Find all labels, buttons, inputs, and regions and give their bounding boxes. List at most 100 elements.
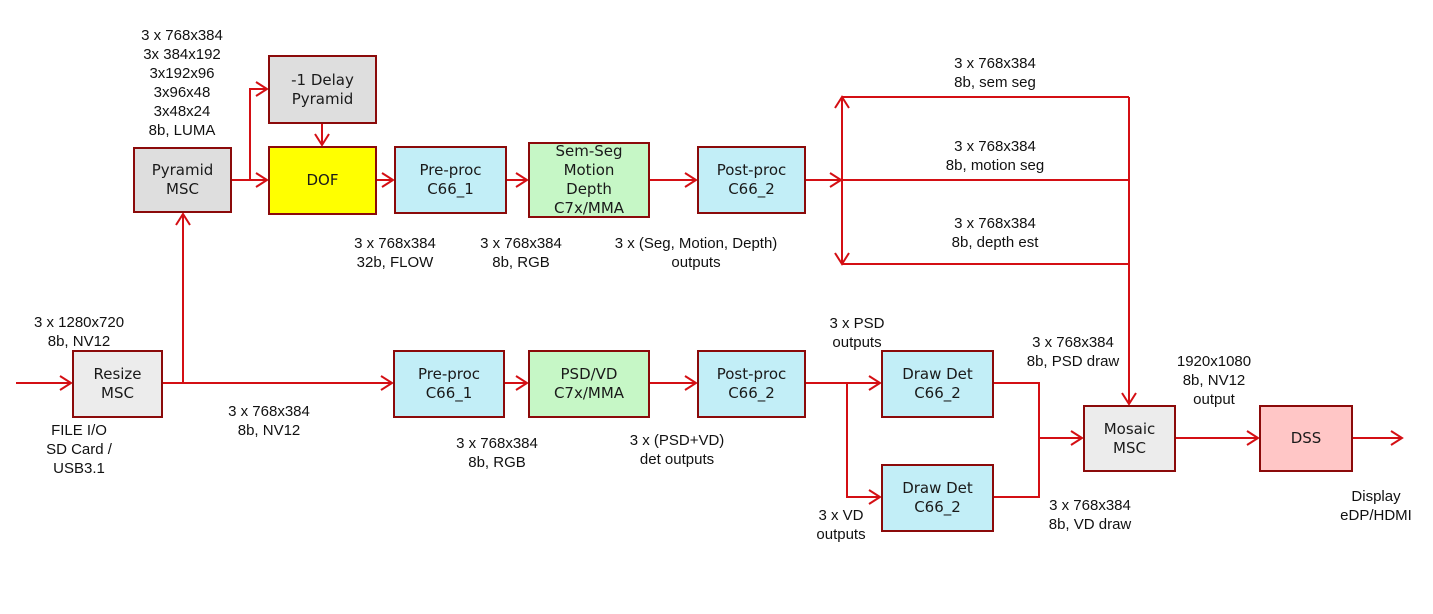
postproc-to-drawdet-vd-wire bbox=[846, 383, 880, 498]
text-line: output bbox=[1193, 391, 1235, 408]
text-line: SD Card / bbox=[46, 441, 112, 458]
text-line: C7x/MMA bbox=[553, 384, 625, 402]
text-line: Post-proc bbox=[716, 365, 787, 383]
pyramid-msc-block: Pyramid MSC bbox=[133, 147, 232, 213]
text-line: 8b, sem seg bbox=[954, 74, 1036, 91]
preproc-top-block: Pre-proc C66_1 bbox=[394, 146, 507, 214]
text-line: C66_2 bbox=[728, 180, 775, 198]
text-line: C7x/MMA bbox=[553, 199, 625, 217]
text-line: Post-proc bbox=[716, 161, 787, 179]
preproc-bottom-block: Pre-proc C66_1 bbox=[393, 350, 505, 418]
text-line: 3 x 1280x720 bbox=[33, 314, 125, 331]
file-io-label: FILE I/O SD Card / USB3.1 bbox=[46, 421, 112, 478]
resize-msc-block: Resize MSC bbox=[72, 350, 163, 418]
text-line: Resize bbox=[93, 365, 142, 383]
drawdet-vd-block: Draw Det C66_2 bbox=[881, 464, 994, 532]
preproc-bottom-output-label: 3 x 768x384 8b, RGB bbox=[456, 434, 538, 472]
psdvd-output-label: 3 x (PSD+VD) det outputs bbox=[630, 431, 725, 469]
sem-seg-label: 3 x 768x384 8b, sem seg bbox=[954, 54, 1036, 92]
text-line: 3 x 768x384 bbox=[141, 27, 223, 44]
text-line: 3 x 768x384 bbox=[954, 55, 1036, 72]
text-line: 3 x 768x384 bbox=[354, 235, 436, 252]
pyramid-to-delay-wire bbox=[249, 88, 267, 180]
text-line: 3x48x24 bbox=[153, 103, 211, 120]
text-line: outputs bbox=[671, 254, 721, 271]
text-line: outputs bbox=[816, 526, 866, 543]
text-line: -1 Delay bbox=[291, 70, 354, 89]
display-label: Display eDP/HDMI bbox=[1340, 487, 1412, 525]
text-line: Draw Det bbox=[902, 365, 973, 383]
delay-pyramid-block: -1 Delay Pyramid bbox=[268, 55, 377, 124]
mosaic-msc-block: Mosaic MSC bbox=[1083, 405, 1176, 472]
input-format-label: 3 x 1280x720 8b, NV12 bbox=[34, 313, 124, 351]
vd-draw-label: 3 x 768x384 8b, VD draw bbox=[1049, 496, 1132, 534]
depth-est-label: 3 x 768x384 8b, depth est bbox=[952, 214, 1039, 252]
preproc-top-output-label: 3 x 768x384 8b, RGB bbox=[480, 234, 562, 272]
text-line: 8b, PSD draw bbox=[1026, 353, 1120, 370]
text-line: 3 x PSD bbox=[829, 315, 885, 332]
text-line: 3 x 768x384 bbox=[954, 215, 1036, 232]
text-line: Pyramid bbox=[151, 161, 214, 179]
text-line: MSC bbox=[166, 180, 199, 198]
text-line: C66_2 bbox=[914, 384, 961, 402]
text-line: MSC bbox=[101, 384, 134, 402]
text-line: Display bbox=[1351, 488, 1401, 505]
text-line: 3 x 768x384 bbox=[480, 235, 562, 252]
text-line: eDP/HDMI bbox=[1340, 507, 1412, 524]
psd-draw-label: 3 x 768x384 8b, PSD draw bbox=[1027, 333, 1120, 371]
text-line: Draw Det bbox=[902, 479, 973, 497]
drawdet-merge-wire bbox=[994, 382, 1040, 498]
text-line: 3 x VD bbox=[818, 507, 864, 524]
text-line: 8b, VD draw bbox=[1048, 516, 1132, 533]
text-line: 3 x 768x384 bbox=[1049, 497, 1131, 514]
dof-output-label: 3 x 768x384 32b, FLOW bbox=[354, 234, 436, 272]
text-line: 3 x 768x384 bbox=[1032, 334, 1114, 351]
text-line: Sem-Seg bbox=[555, 142, 623, 160]
text-line: 8b, RGB bbox=[492, 254, 550, 271]
text-line: 8b, NV12 bbox=[1182, 372, 1246, 389]
text-line: PSD/VD bbox=[560, 365, 618, 383]
dof-block: DOF bbox=[268, 146, 377, 215]
pyramid-output-label: 3 x 768x384 3x 384x192 3x192x96 3x96x48 3x48… bbox=[141, 26, 223, 140]
dss-block: DSS bbox=[1259, 405, 1353, 472]
text-line: 3x192x96 bbox=[149, 65, 215, 82]
postproc-bottom-block: Post-proc C66_2 bbox=[697, 350, 806, 418]
psd-vd-block: PSD/VD C7x/MMA bbox=[528, 350, 650, 418]
text-line: 8b, NV12 bbox=[47, 333, 111, 350]
pipeline-diagram: Resize MSC Pyramid MSC -1 Delay Pyramid DOF… bbox=[0, 0, 1433, 614]
motion-seg-label: 3 x 768x384 8b, motion seg bbox=[946, 137, 1044, 175]
text-line: outputs bbox=[832, 334, 882, 351]
semseg-output-label: 3 x (Seg, Motion, Depth) outputs bbox=[615, 234, 778, 272]
text-line: Pre-proc bbox=[419, 161, 482, 179]
text-line: FILE I/O bbox=[51, 422, 107, 439]
mosaic-output-label: 1920x1080 8b, NV12 output bbox=[1177, 352, 1251, 409]
postproc-top-block: Post-proc C66_2 bbox=[697, 146, 806, 214]
text-line: 8b, NV12 bbox=[237, 422, 301, 439]
text-line: C66_1 bbox=[425, 384, 473, 402]
text-line: C66_1 bbox=[427, 180, 474, 198]
text-line: C66_2 bbox=[914, 498, 961, 516]
text-line: 3 x 768x384 bbox=[456, 435, 538, 452]
psd-outputs-label: 3 x PSD outputs bbox=[829, 314, 884, 352]
text-line: 3x 384x192 bbox=[143, 46, 221, 63]
text-line: 8b, LUMA bbox=[148, 122, 216, 139]
text-line: Mosaic bbox=[1103, 419, 1156, 438]
text-line: 8b, depth est bbox=[951, 234, 1039, 251]
text-line: Pre-proc bbox=[417, 365, 481, 383]
text-line: 3 x (Seg, Motion, Depth) bbox=[614, 235, 778, 252]
text-line: Pyramid bbox=[291, 89, 354, 108]
text-line: 8b, motion seg bbox=[945, 157, 1045, 174]
text-line: Motion bbox=[563, 161, 615, 179]
text-line: DOF bbox=[306, 171, 339, 189]
vd-outputs-label: 3 x VD outputs bbox=[816, 506, 865, 544]
text-line: 8b, RGB bbox=[468, 454, 526, 471]
text-line: 3 x (PSD+VD) bbox=[629, 432, 725, 449]
semseg-motion-depth-block: Sem-Seg Motion Depth C7x/MMA bbox=[528, 142, 650, 218]
text-line: 3x96x48 bbox=[153, 84, 211, 101]
resize-output-label: 3 x 768x384 8b, NV12 bbox=[228, 402, 310, 440]
text-line: DSS bbox=[1290, 429, 1322, 447]
text-line: Depth bbox=[566, 180, 612, 198]
text-line: 1920x1080 bbox=[1176, 353, 1252, 370]
text-line: det outputs bbox=[639, 451, 715, 468]
text-line: 32b, FLOW bbox=[356, 254, 434, 271]
